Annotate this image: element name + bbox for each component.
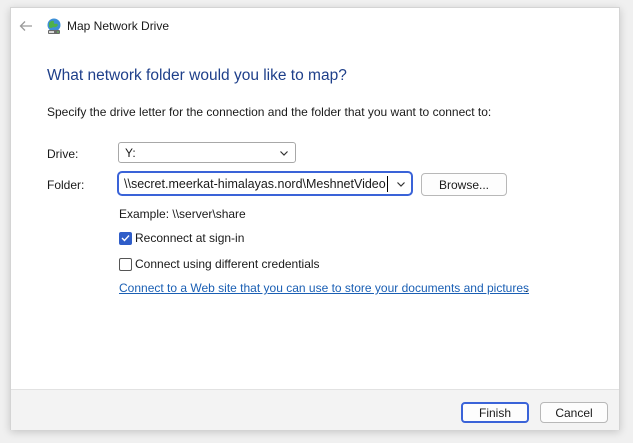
different-credentials-checkbox[interactable] — [119, 257, 132, 271]
folder-input[interactable] — [124, 175, 386, 192]
drive-value: Y: — [125, 146, 136, 160]
link-suffix: . — [525, 281, 529, 295]
cancel-button[interactable]: Cancel — [540, 402, 608, 423]
reconnect-checkbox[interactable] — [119, 231, 132, 245]
folder-combobox[interactable] — [117, 171, 413, 196]
chevron-down-icon[interactable] — [396, 179, 406, 189]
window-title: Map Network Drive — [67, 19, 170, 33]
reconnect-label: Reconnect at sign-in — [135, 231, 245, 245]
different-credentials-label: Connect using different credentials — [135, 257, 320, 271]
folder-label: Folder: — [47, 178, 85, 192]
reconnect-checkbox-row[interactable]: Reconnect at sign-in — [119, 231, 244, 245]
instruction-text: Specify the drive letter for the connect… — [47, 105, 492, 119]
checkmark-icon — [121, 235, 130, 242]
network-drive-icon — [47, 18, 61, 34]
title-bar: Map Network Drive — [11, 8, 619, 44]
map-network-drive-dialog: Map Network Drive What network folder wo… — [10, 7, 620, 430]
chevron-down-icon — [280, 151, 288, 156]
back-button[interactable] — [15, 16, 37, 36]
drive-select[interactable]: Y: — [118, 142, 296, 163]
dialog-footer: Finish Cancel — [11, 389, 619, 430]
example-text: Example: \\server\share — [119, 207, 246, 221]
web-site-link[interactable]: Connect to a Web site that you can use t… — [119, 281, 529, 295]
text-caret — [387, 176, 388, 192]
browse-button[interactable]: Browse... — [421, 173, 507, 196]
page-heading: What network folder would you like to ma… — [47, 67, 347, 84]
different-credentials-checkbox-row[interactable]: Connect using different credentials — [119, 257, 320, 271]
drive-label: Drive: — [47, 147, 79, 161]
finish-button[interactable]: Finish — [461, 402, 529, 423]
back-arrow-icon — [19, 21, 32, 31]
